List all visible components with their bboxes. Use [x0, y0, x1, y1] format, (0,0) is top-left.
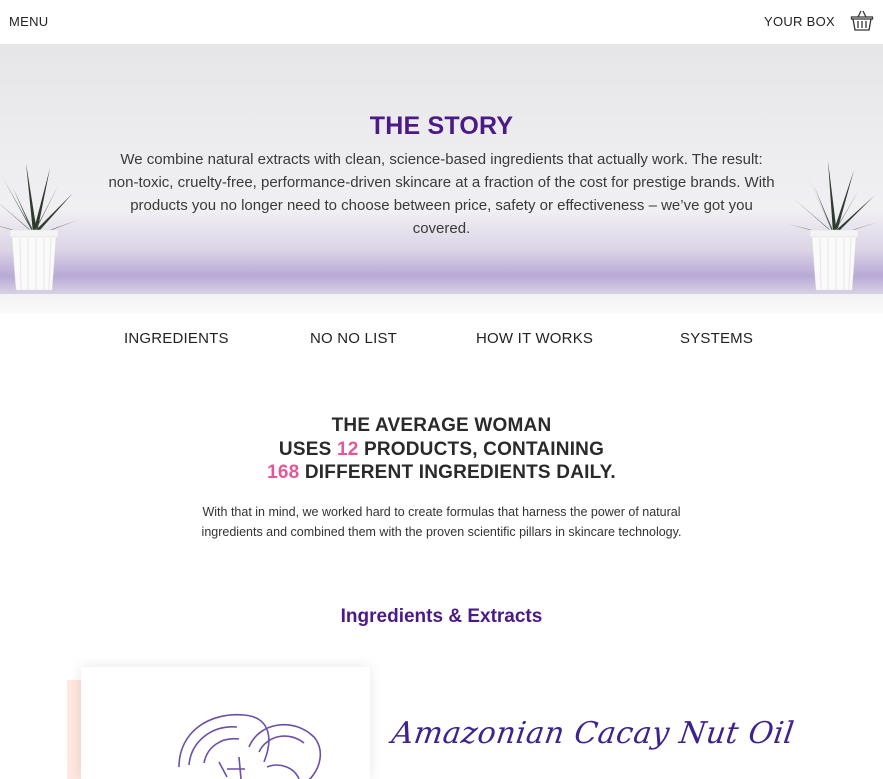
ingredient-name: Amazonian Cacay Nut Oil: [389, 716, 797, 751]
tab-how-it-works[interactable]: HOW IT WORKS: [476, 330, 593, 347]
nut-illustration-icon: [178, 713, 322, 779]
potted-plant-icon: [788, 161, 878, 291]
stat-line-2: USES 12 PRODUCTS, CONTAINING: [0, 439, 883, 461]
menu-button[interactable]: MENU: [9, 14, 48, 29]
ingredients-section-title: Ingredients & Extracts: [340, 606, 543, 627]
stat-line-3: 168 DIFFERENT INGREDIENTS DAILY.: [0, 462, 883, 484]
story-hero: THE STORY We combine natural extracts wi…: [0, 44, 883, 314]
stat-line-1-text: THE AVERAGE WOMAN: [331, 415, 552, 436]
stat-line-2-pre: USES: [278, 439, 337, 460]
stat-line-3-post: DIFFERENT INGREDIENTS DAILY.: [299, 462, 616, 483]
shelf: [0, 294, 883, 314]
tab-no-no-list[interactable]: NO NO LIST: [310, 330, 397, 347]
section-tabs: INGREDIENTS NO NO LIST HOW IT WORKS SYST…: [0, 314, 883, 364]
products-count: 12: [336, 439, 359, 460]
tab-ingredients[interactable]: INGREDIENTS: [124, 330, 229, 347]
story-title: THE STORY: [369, 112, 514, 140]
top-bar: MENU YOUR BOX: [0, 0, 883, 44]
basket-icon[interactable]: [850, 9, 874, 33]
story-text: We combine natural extracts with clean, …: [108, 151, 775, 237]
your-box-button[interactable]: YOUR BOX: [764, 14, 835, 29]
stat-line-2-post: PRODUCTS, CONTAINING: [358, 439, 605, 460]
potted-plant-icon: [0, 163, 78, 291]
ingredients-count: 168: [267, 462, 300, 483]
tab-systems[interactable]: SYSTEMS: [680, 330, 753, 347]
card-accent: [67, 680, 81, 779]
ingredient-image-card: [81, 667, 370, 779]
stat-line-1: THE AVERAGE WOMAN: [0, 415, 883, 437]
stat-description: With that in mind, we worked hard to cre…: [201, 505, 682, 539]
